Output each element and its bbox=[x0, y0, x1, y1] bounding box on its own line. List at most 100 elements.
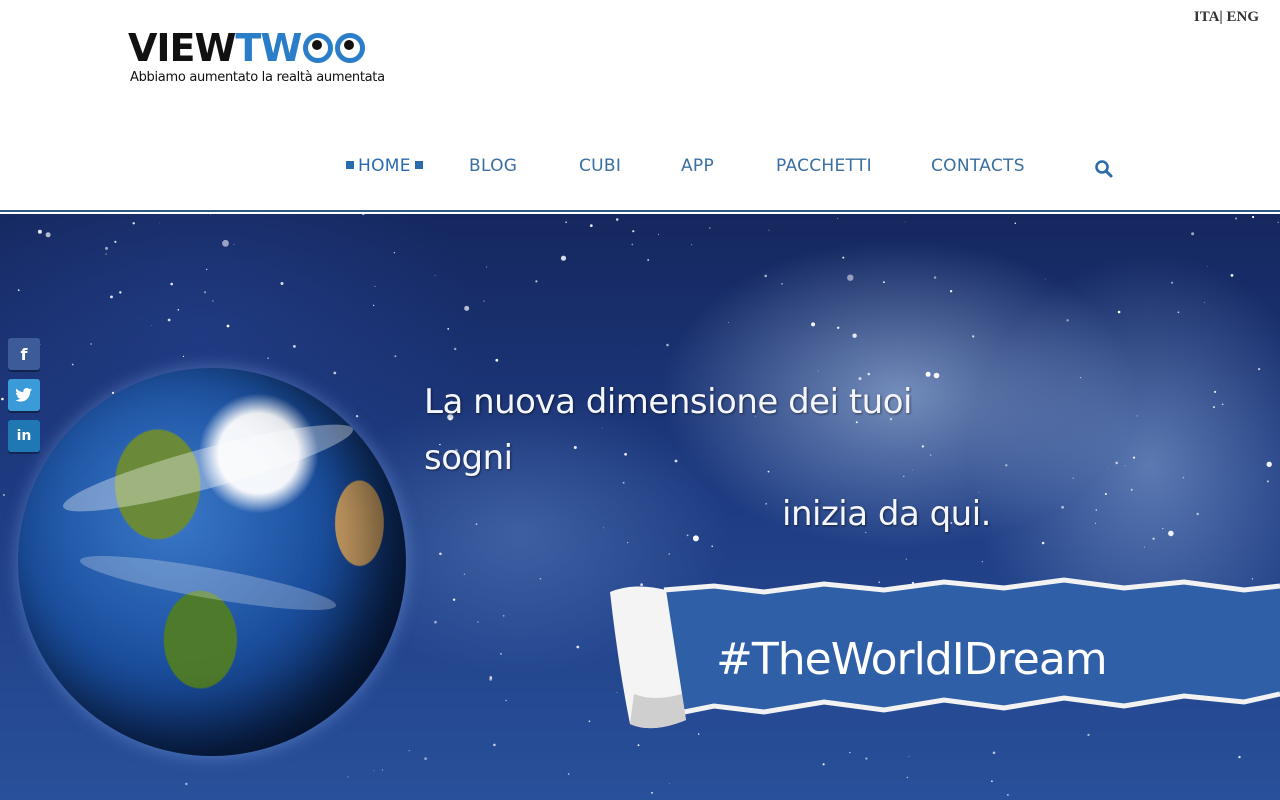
nav-item-blog[interactable]: BLOG bbox=[469, 156, 517, 176]
star bbox=[535, 280, 538, 283]
star bbox=[280, 282, 284, 285]
star bbox=[170, 282, 173, 286]
star bbox=[615, 218, 619, 221]
nav-item-app[interactable]: APP bbox=[681, 156, 714, 176]
facebook-icon: f bbox=[20, 344, 28, 364]
star bbox=[1206, 266, 1208, 267]
star bbox=[347, 776, 349, 778]
main-nav: HOME BLOG CUBI APP PACCHETTI CONTACTS bbox=[0, 156, 1280, 180]
star bbox=[711, 545, 713, 548]
star bbox=[1094, 522, 1096, 524]
star bbox=[210, 214, 212, 215]
logo-tagline: Abbiamo aumentato la realtà aumentata bbox=[130, 70, 385, 85]
star bbox=[1007, 794, 1009, 796]
language-eng[interactable]: ENG bbox=[1226, 9, 1259, 25]
nav-item-contacts[interactable]: CONTACTS bbox=[931, 156, 1025, 176]
star bbox=[434, 274, 436, 276]
star bbox=[908, 756, 910, 758]
star bbox=[463, 573, 466, 575]
star bbox=[632, 230, 635, 233]
star bbox=[817, 370, 819, 372]
star bbox=[837, 326, 840, 329]
star bbox=[110, 295, 113, 299]
search-icon[interactable] bbox=[1094, 159, 1114, 179]
star bbox=[1066, 319, 1069, 322]
star bbox=[1191, 232, 1195, 236]
star bbox=[1196, 512, 1199, 516]
active-marker-left bbox=[346, 161, 354, 169]
star bbox=[151, 324, 153, 326]
star bbox=[865, 757, 868, 760]
hero-headline-line1: La nuova dimensione dei tuoi sogni bbox=[424, 382, 912, 478]
star bbox=[1214, 390, 1217, 393]
hero-banner: La nuova dimensione dei tuoi sogni inizi… bbox=[0, 214, 1280, 800]
star bbox=[1238, 755, 1241, 759]
star bbox=[1213, 406, 1215, 409]
language-ita[interactable]: ITA bbox=[1194, 9, 1220, 25]
site-logo[interactable]: VIEW TW Abbiamo aumentato la realtà aume… bbox=[128, 28, 385, 90]
star bbox=[1266, 461, 1272, 467]
star bbox=[906, 776, 909, 779]
star bbox=[658, 234, 659, 236]
star bbox=[847, 274, 854, 281]
star bbox=[464, 305, 470, 311]
star bbox=[493, 743, 496, 747]
star bbox=[439, 552, 442, 556]
star bbox=[1204, 301, 1206, 303]
star bbox=[627, 542, 629, 544]
star bbox=[373, 770, 375, 772]
hashtag-text: #TheWorldIDream bbox=[716, 634, 1108, 685]
star bbox=[233, 244, 235, 245]
star bbox=[71, 363, 74, 366]
star bbox=[1095, 509, 1098, 511]
star bbox=[972, 335, 975, 338]
star bbox=[495, 358, 499, 362]
star bbox=[90, 343, 92, 345]
star bbox=[1044, 278, 1046, 280]
facebook-share-button[interactable]: f bbox=[8, 338, 40, 370]
star bbox=[486, 266, 488, 268]
star bbox=[1168, 530, 1174, 537]
star bbox=[589, 224, 593, 227]
star bbox=[567, 773, 570, 775]
star bbox=[768, 229, 770, 231]
star bbox=[362, 214, 365, 216]
star bbox=[904, 221, 906, 223]
star bbox=[811, 322, 816, 327]
star bbox=[560, 255, 567, 261]
star bbox=[505, 699, 507, 702]
star bbox=[1041, 541, 1045, 545]
star bbox=[158, 222, 160, 224]
star bbox=[114, 240, 117, 243]
star bbox=[500, 653, 502, 655]
star bbox=[1005, 464, 1008, 467]
star bbox=[226, 324, 230, 328]
star bbox=[1162, 527, 1164, 530]
star bbox=[781, 282, 783, 285]
star bbox=[837, 218, 839, 219]
linkedin-share-button[interactable]: in bbox=[8, 420, 40, 452]
nav-item-home[interactable]: HOME bbox=[342, 156, 427, 176]
star bbox=[651, 792, 653, 794]
star bbox=[727, 322, 729, 323]
star bbox=[105, 246, 108, 250]
star bbox=[1144, 546, 1145, 548]
language-switcher: ITA| ENG bbox=[1194, 9, 1259, 26]
nav-item-pacchetti[interactable]: PACCHETTI bbox=[776, 156, 872, 176]
hero-headline: La nuova dimensione dei tuoi sogni inizi… bbox=[424, 374, 1004, 542]
star bbox=[212, 300, 214, 302]
nav-item-cubi[interactable]: CUBI bbox=[579, 156, 621, 176]
logo-eye-icon bbox=[335, 33, 366, 63]
star bbox=[709, 227, 711, 229]
star bbox=[647, 259, 650, 261]
nav-label-home: HOME bbox=[358, 156, 411, 176]
star bbox=[1230, 274, 1234, 277]
star bbox=[764, 274, 767, 278]
star bbox=[1104, 493, 1107, 495]
star bbox=[1136, 415, 1138, 417]
star bbox=[185, 782, 188, 786]
star bbox=[1107, 467, 1109, 468]
twitter-share-button[interactable] bbox=[8, 379, 40, 411]
star bbox=[1061, 505, 1064, 509]
star bbox=[1177, 311, 1180, 314]
